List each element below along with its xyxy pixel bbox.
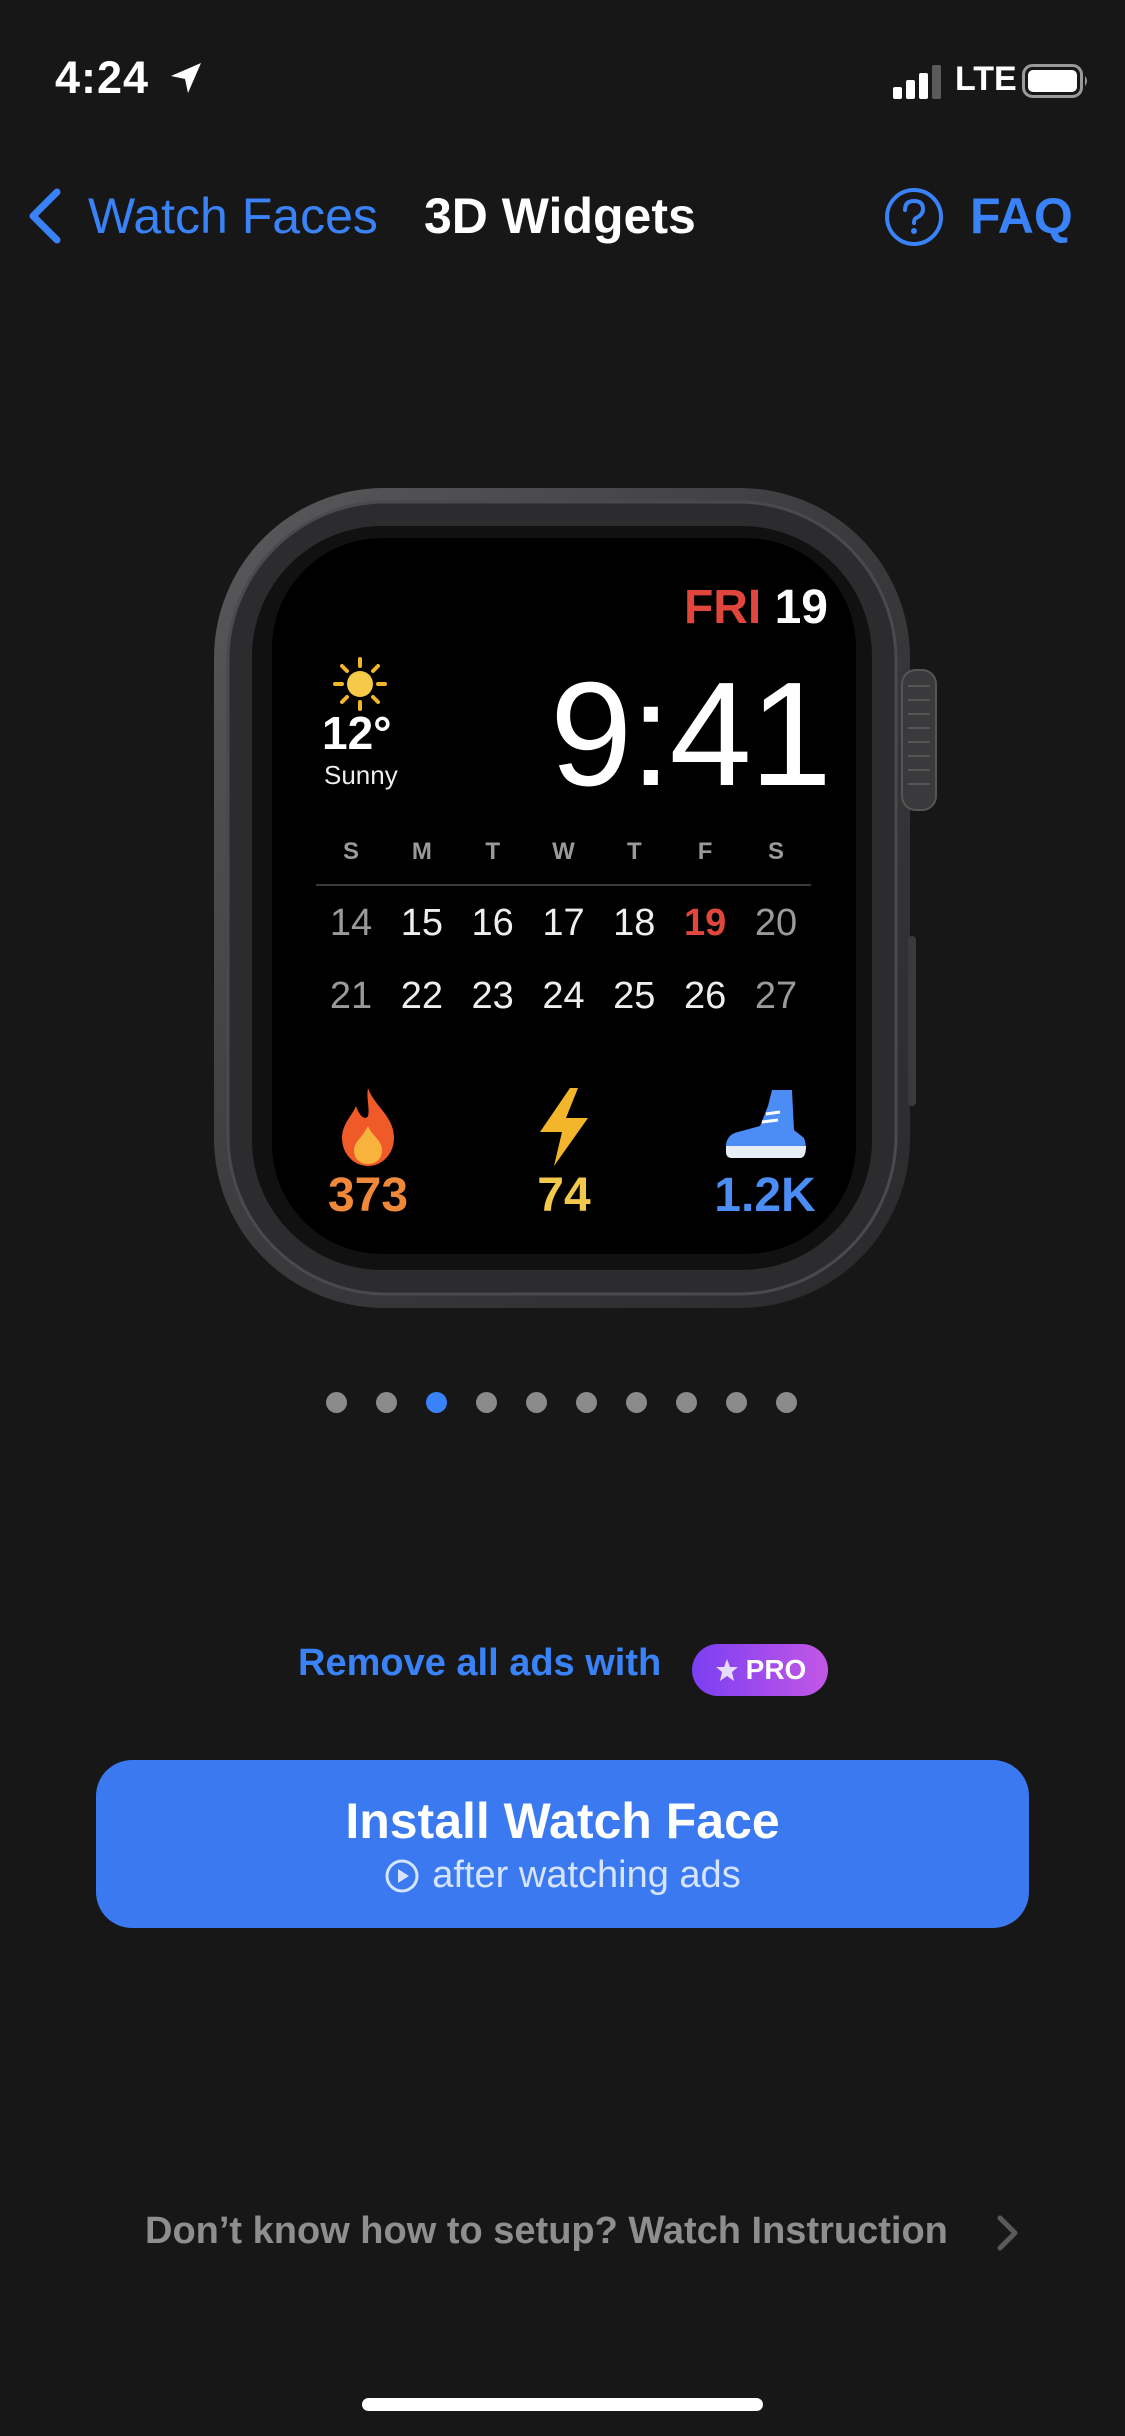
- calendar-divider: [316, 884, 811, 886]
- calendar-day: 16: [471, 902, 514, 944]
- battery-icon: [1022, 64, 1087, 98]
- page-dot[interactable]: [326, 1392, 347, 1413]
- page-dot[interactable]: [626, 1392, 647, 1413]
- watch-time: 9:41: [549, 652, 832, 817]
- weather-condition: Sunny: [324, 760, 398, 790]
- page-indicator[interactable]: [326, 1392, 797, 1413]
- page-dot[interactable]: [526, 1392, 547, 1413]
- help-circle-icon[interactable]: [883, 186, 945, 248]
- energy-complication: 74: [504, 1086, 624, 1223]
- lightning-bolt-icon: [540, 1088, 588, 1166]
- watch-instruction-link[interactable]: Don’t know how to setup? Watch Instructi…: [145, 2210, 948, 2253]
- page-dot[interactable]: [376, 1392, 397, 1413]
- home-indicator[interactable]: [362, 2398, 763, 2411]
- calories-complication: 373: [308, 1086, 428, 1223]
- steps-value: 1.2K: [714, 1169, 816, 1222]
- chevron-left-icon[interactable]: [25, 186, 65, 246]
- sneaker-icon: [726, 1090, 806, 1158]
- watch-day-number: 19: [774, 581, 828, 634]
- page-dot[interactable]: [676, 1392, 697, 1413]
- faq-button[interactable]: FAQ: [970, 187, 1073, 245]
- watch-date: FRI 19: [684, 580, 828, 635]
- calendar-day: 26: [684, 975, 727, 1017]
- calendar-day: 21: [329, 975, 373, 1017]
- install-watch-face-button[interactable]: Install Watch Face after watching ads: [96, 1760, 1029, 1928]
- weather-temperature: 12°: [322, 707, 392, 759]
- calendar-day: 27: [754, 975, 798, 1017]
- calendar-day-today: 19: [684, 902, 727, 944]
- chevron-right-icon[interactable]: [996, 2214, 1020, 2252]
- weekday: W: [552, 838, 575, 865]
- watch-face-screen: FRI 19 9:41 12° Sunny S M T W T F S 14 1…: [272, 538, 856, 1254]
- calendar-day: 18: [613, 902, 656, 944]
- status-time: 4:24: [55, 52, 150, 103]
- remove-ads-link[interactable]: Remove all ads with: [298, 1642, 661, 1685]
- play-circle-icon: [385, 1859, 419, 1892]
- weekday: M: [411, 838, 432, 865]
- calendar-week: 21 22 23 24 25 26 27: [316, 975, 811, 1018]
- sun-icon: [333, 657, 387, 711]
- install-button-title: Install Watch Face: [345, 1793, 780, 1849]
- calendar-day: 17: [542, 902, 585, 944]
- watch-day: FRI: [683, 581, 762, 634]
- back-button[interactable]: Watch Faces: [88, 187, 378, 245]
- page-dot[interactable]: [476, 1392, 497, 1413]
- page-dot[interactable]: [726, 1392, 747, 1413]
- calendar-weekdays: S M T W T F S: [316, 838, 811, 866]
- calendar-day: 14: [329, 902, 373, 944]
- calendar-day: 20: [754, 902, 798, 944]
- calendar-widget: S M T W T F S 14 15 16 17 18 19 20 21 22…: [316, 838, 811, 1018]
- calendar-day: 23: [471, 975, 514, 1017]
- install-subtitle-text: after watching ads: [432, 1854, 741, 1896]
- location-arrow-icon: [171, 63, 201, 93]
- weekday: T: [626, 838, 642, 865]
- calendar-day: 25: [613, 975, 656, 1017]
- energy-value: 74: [537, 1169, 591, 1222]
- weekday: S: [342, 838, 359, 865]
- page-dot-active[interactable]: [426, 1392, 447, 1413]
- pro-label: PRO: [745, 1654, 807, 1685]
- page-dot[interactable]: [576, 1392, 597, 1413]
- calendar-day: 22: [400, 975, 443, 1017]
- calendar-day: 15: [400, 902, 443, 944]
- calendar-day: 24: [542, 975, 585, 1017]
- page-dot[interactable]: [776, 1392, 797, 1413]
- weekday: T: [485, 838, 500, 865]
- network-type: LTE: [955, 60, 1017, 98]
- pro-badge[interactable]: PRO: [692, 1644, 828, 1696]
- page-title: 3D Widgets: [424, 188, 696, 244]
- calories-value: 373: [327, 1169, 409, 1222]
- weekday: F: [697, 838, 713, 865]
- calendar-week: 14 15 16 17 18 19 20: [316, 902, 811, 945]
- star-icon: [715, 1659, 738, 1681]
- install-button-subtitle: after watching ads: [96, 1854, 1029, 1897]
- flame-icon: [342, 1088, 394, 1166]
- steps-complication: 1.2K: [700, 1086, 830, 1223]
- weekday: S: [767, 838, 784, 865]
- cellular-signal-icon: [893, 65, 941, 99]
